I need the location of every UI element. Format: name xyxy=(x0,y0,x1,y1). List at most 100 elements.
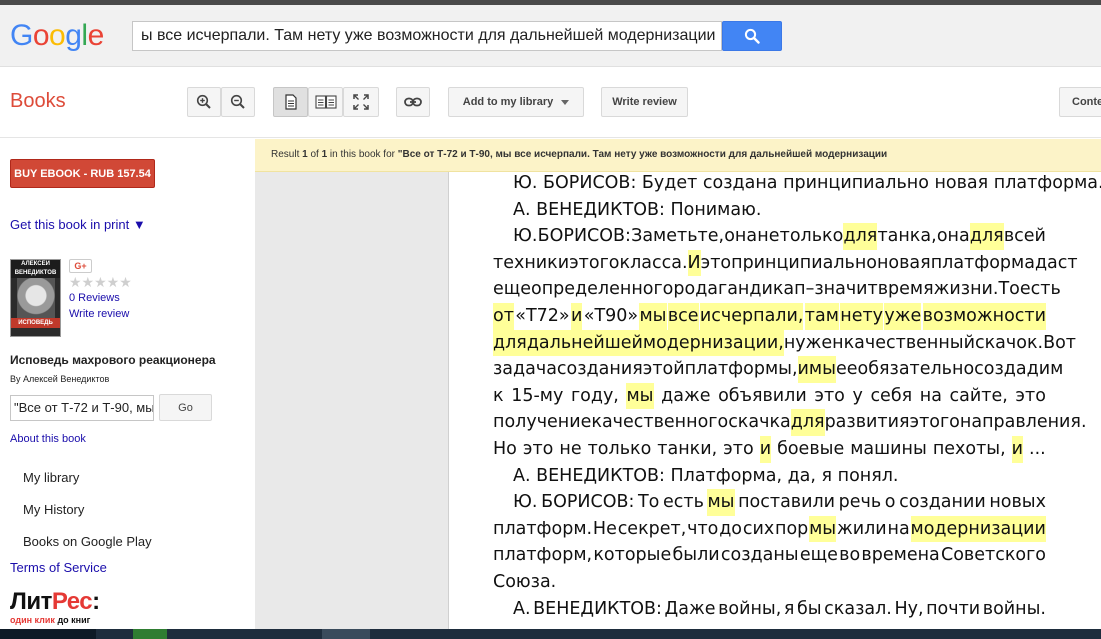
page-word: развития xyxy=(824,412,910,433)
write-review-label: Write review xyxy=(612,96,677,108)
page-word: войны. xyxy=(982,598,1046,619)
page-word: Ю. БОРИСОВ: Будет создана принципиально … xyxy=(513,173,1101,193)
taskbar-active-app[interactable] xyxy=(322,629,370,639)
page-line: А. ВЕНЕДИКТОВ: Даже войны, я бы сказал. Ну, почт… xyxy=(493,596,1046,623)
two-page-view-button[interactable] xyxy=(308,87,343,117)
taskbar-app-icon[interactable] xyxy=(133,629,167,639)
go-button[interactable]: Go xyxy=(159,394,212,421)
page-word: она xyxy=(724,226,758,247)
page-word: направления. xyxy=(959,412,1087,433)
reviews-link[interactable]: 0 Reviews xyxy=(69,292,120,304)
write-review-link[interactable]: Write review xyxy=(69,308,129,320)
page-word: То xyxy=(637,492,660,513)
page-word: Но xyxy=(493,438,517,459)
taskbar xyxy=(0,629,1101,639)
page-word: на xyxy=(887,518,910,539)
cover-portrait xyxy=(17,278,55,322)
highlighted-word: дальнейшей xyxy=(526,329,643,357)
link-button[interactable] xyxy=(396,87,430,117)
page-word: создадим xyxy=(974,359,1064,380)
result-query: "Все от Т-72 и Т-90, мы все исчерпали. Т… xyxy=(397,149,888,160)
page-word: только xyxy=(587,438,652,459)
page-word: качественного xyxy=(591,412,729,433)
highlighted-word: мы xyxy=(809,515,837,543)
search-button[interactable] xyxy=(722,21,782,51)
page-word: платформ, xyxy=(493,545,593,566)
page-word: войны, xyxy=(718,598,782,619)
page-line: Ю. БОРИСОВ: Заметьте, она не только для танка, о… xyxy=(493,223,1046,250)
page-word: скачок. xyxy=(974,332,1044,353)
page-word: есть xyxy=(1019,279,1061,300)
nav-my-history[interactable]: My History xyxy=(23,502,84,517)
about-this-book-link[interactable]: About this book xyxy=(10,433,86,445)
page-word: пехоты, xyxy=(932,438,1006,459)
page-word: боевые xyxy=(777,438,845,459)
page-line: А. ВЕНЕДИКТОВ: Понимаю. xyxy=(493,197,1046,224)
page-word: к xyxy=(493,385,504,406)
nav-books-on-google-play[interactable]: Books on Google Play xyxy=(23,534,152,549)
book-cover[interactable]: АЛЕКСЕЙ ВЕНЕДИКТОВ ИСПОВЕДЬ xyxy=(10,259,61,337)
page-word: А. xyxy=(513,598,531,619)
books-section-title[interactable]: Books xyxy=(10,90,66,113)
zoom-out-button[interactable] xyxy=(221,87,255,117)
get-book-in-print-link[interactable]: Get this book in print ▼ xyxy=(10,217,146,232)
page-word: о xyxy=(884,492,896,513)
logo-letter: o xyxy=(49,19,66,52)
page-word: созданы xyxy=(720,545,799,566)
fullscreen-button[interactable] xyxy=(343,87,379,117)
page-word: Союза. xyxy=(493,571,557,592)
highlighted-word: все xyxy=(667,302,699,330)
page-word: создании xyxy=(899,492,986,513)
fullscreen-icon xyxy=(353,94,369,110)
buy-ebook-button[interactable]: BUY EBOOK - RUB 157.54 xyxy=(10,159,155,188)
litres-logo[interactable]: ЛитРес: один клик до книг xyxy=(10,589,100,626)
single-page-view-button[interactable] xyxy=(273,87,308,117)
page-word: это xyxy=(522,438,554,459)
page-word: танки, xyxy=(657,438,718,459)
page-word: пор xyxy=(775,518,809,539)
highlighted-word: модернизации, xyxy=(642,329,784,357)
page-text: Ю. БОРИСОВ: Будет создана принципиально … xyxy=(493,172,1101,623)
page-word: Заметьте, xyxy=(631,226,725,247)
terms-of-service-link[interactable]: Terms of Service xyxy=(10,560,107,575)
search-input[interactable]: ы все исчерпали. Там нету уже возможност… xyxy=(132,21,722,51)
page-line: Но это не только танки, это и боевые машины пехот… xyxy=(493,435,1046,463)
page-word: То xyxy=(998,279,1020,300)
add-to-library-button[interactable]: Add to my library xyxy=(448,87,584,117)
dropdown-arrow-icon xyxy=(561,99,570,105)
page-word: А. ВЕНЕДИКТОВ: Понимаю. xyxy=(513,199,762,220)
page-word: Советского xyxy=(941,545,1046,566)
page-line: для дальнейшей модернизации, нужен качествен… xyxy=(493,329,1076,357)
page-word: Ю. xyxy=(513,492,538,513)
page-word: всей xyxy=(1003,226,1046,247)
page-line: задача создания этой платформы, и мы ее обязате… xyxy=(493,356,1063,383)
taskbar-start-area[interactable] xyxy=(0,629,96,639)
highlighted-word: возможности xyxy=(922,302,1046,330)
page-word: на xyxy=(919,385,942,406)
page-word: сказал. xyxy=(824,598,892,619)
zoom-in-button[interactable] xyxy=(187,87,221,117)
page-word: Ну, xyxy=(894,598,924,619)
page-word: обязательно xyxy=(857,359,975,380)
page-line: платформ, которые были созданы еще во времена С… xyxy=(493,542,1046,569)
page-word: значит xyxy=(814,279,878,300)
nav-my-library[interactable]: My library xyxy=(23,470,79,485)
page-word: которые xyxy=(593,545,672,566)
write-review-button[interactable]: Write review xyxy=(601,87,688,117)
highlighted-word: для xyxy=(969,223,1004,250)
logo-letter: o xyxy=(32,19,50,52)
highlighted-word: для xyxy=(790,409,825,436)
search-in-book-input[interactable]: "Все от Т-72 и Т-90, мы xyxy=(10,395,154,421)
page-word: во xyxy=(839,545,861,566)
page-word: скачка xyxy=(728,412,791,433)
contents-button[interactable]: Conte xyxy=(1059,87,1101,117)
book-page[interactable]: Ю. БОРИСОВ: Будет создана принципиально … xyxy=(448,172,1101,639)
page-word: рода xyxy=(673,279,719,300)
page-word: есть xyxy=(662,492,704,513)
page-word: – xyxy=(805,279,815,300)
google-logo[interactable]: Google xyxy=(10,19,104,53)
book-title: Исповедь махрового реакционера xyxy=(10,353,216,367)
google-plus-button[interactable]: G+ xyxy=(69,259,92,273)
page-word: речь xyxy=(838,492,882,513)
page-word: это xyxy=(814,385,845,406)
